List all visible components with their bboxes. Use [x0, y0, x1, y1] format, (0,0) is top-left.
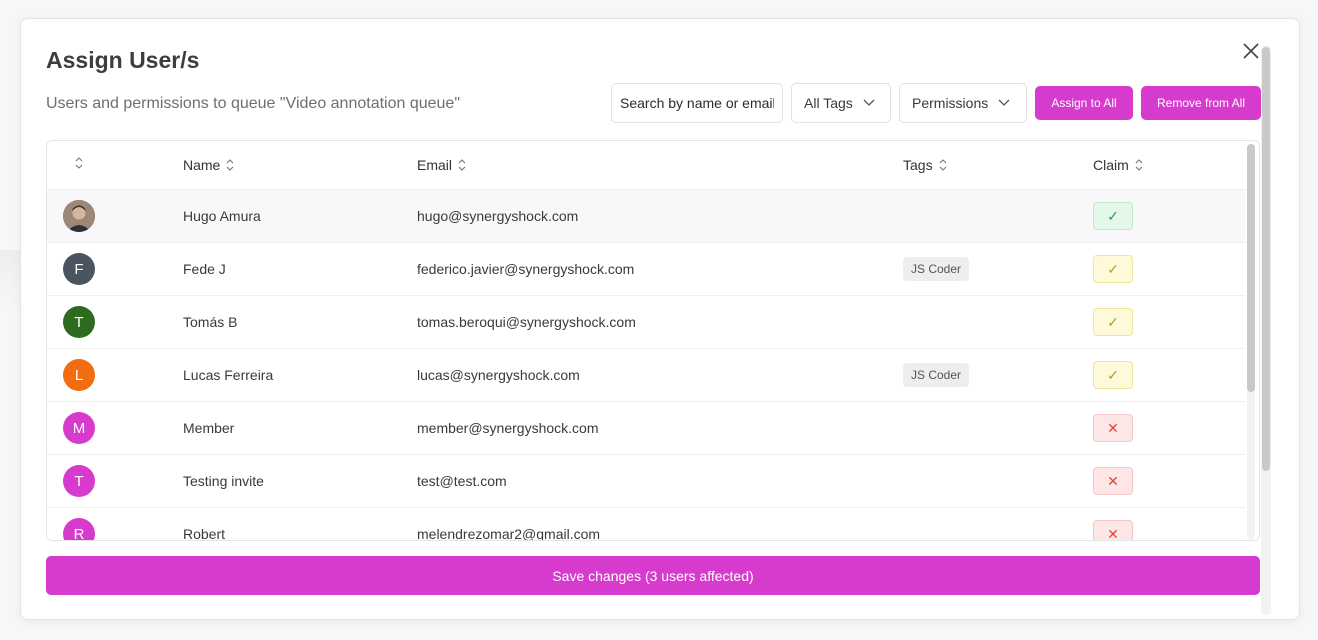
- search-input[interactable]: [611, 83, 783, 123]
- claim-toggle[interactable]: ✓: [1093, 361, 1133, 389]
- header-email-label: Email: [417, 157, 453, 173]
- header-name-label: Name: [183, 157, 221, 173]
- user-email: test@test.com: [417, 473, 507, 489]
- table-row[interactable]: Hugo Amura hugo@synergyshock.com ✓: [47, 189, 1245, 242]
- user-name: Tomás B: [183, 314, 238, 330]
- claim-toggle[interactable]: ✕: [1093, 520, 1133, 540]
- sort-icon: [939, 159, 946, 171]
- table-row[interactable]: M Member member@synergyshock.com ✕: [47, 401, 1245, 454]
- header-name[interactable]: Name: [183, 157, 234, 173]
- modal-scrollbar[interactable]: [1261, 45, 1271, 615]
- permissions-filter-dropdown[interactable]: Permissions: [899, 83, 1027, 123]
- user-email: hugo@synergyshock.com: [417, 208, 579, 224]
- sort-icon: [458, 159, 466, 171]
- modal-scrollbar-thumb[interactable]: [1262, 47, 1270, 471]
- user-photo-icon: [63, 200, 95, 232]
- header-avatar-sort[interactable]: [69, 157, 83, 169]
- save-changes-button[interactable]: Save changes (3 users affected): [46, 556, 1260, 595]
- table-row[interactable]: R Robert melendrezomar2@gmail.com ✕: [47, 507, 1245, 541]
- avatar: T: [63, 465, 95, 497]
- background-fade: [0, 250, 22, 310]
- tags-filter-dropdown[interactable]: All Tags: [791, 83, 891, 123]
- table-header: Name Email Tags Claim: [47, 141, 1245, 189]
- avatar: T: [63, 306, 95, 338]
- user-name: Testing invite: [183, 473, 264, 489]
- user-name: Member: [183, 420, 235, 436]
- table-row[interactable]: T Testing invite test@test.com ✕: [47, 454, 1245, 507]
- user-tag: JS Coder: [903, 257, 970, 281]
- header-email[interactable]: Email: [417, 157, 466, 173]
- user-tag: JS Coder: [903, 363, 970, 387]
- table-row[interactable]: L Lucas Ferreira lucas@synergyshock.com …: [47, 348, 1245, 401]
- sort-icon: [226, 159, 234, 171]
- avatar: L: [63, 359, 95, 391]
- table-row[interactable]: T Tomás B tomas.beroqui@synergyshock.com…: [47, 295, 1245, 348]
- table-row[interactable]: F Fede J federico.javier@synergyshock.co…: [47, 242, 1245, 295]
- sort-icon: [75, 157, 83, 169]
- users-table: Name Email Tags Claim Hugo Amura hugo@sy…: [46, 140, 1260, 541]
- user-email: tomas.beroqui@synergyshock.com: [417, 314, 636, 330]
- modal-title: Assign User/s: [46, 47, 200, 73]
- user-name: Lucas Ferreira: [183, 367, 274, 383]
- table-scrollbar-thumb[interactable]: [1247, 144, 1255, 392]
- header-claim-label: Claim: [1093, 157, 1129, 173]
- table-scrollbar[interactable]: [1247, 144, 1255, 540]
- claim-toggle[interactable]: ✓: [1093, 308, 1133, 336]
- claim-toggle[interactable]: ✓: [1093, 255, 1133, 283]
- permissions-filter-label: Permissions: [912, 95, 989, 111]
- user-name: Robert: [183, 526, 226, 541]
- user-name: Hugo Amura: [183, 208, 261, 224]
- assign-users-modal: Assign User/s Users and permissions to q…: [20, 18, 1300, 620]
- claim-toggle[interactable]: ✕: [1093, 414, 1133, 442]
- sort-icon: [1135, 159, 1143, 171]
- avatar: [63, 200, 95, 232]
- claim-toggle[interactable]: ✓: [1093, 202, 1133, 230]
- user-name: Fede J: [183, 261, 226, 277]
- chevron-down-icon: [863, 99, 875, 106]
- close-icon[interactable]: [1241, 41, 1261, 61]
- avatar: F: [63, 253, 95, 285]
- claim-toggle[interactable]: ✕: [1093, 467, 1133, 495]
- user-email: member@synergyshock.com: [417, 420, 599, 436]
- user-email: federico.javier@synergyshock.com: [417, 261, 635, 277]
- header-claim[interactable]: Claim: [1093, 157, 1143, 173]
- assign-to-all-button[interactable]: Assign to All: [1035, 86, 1133, 120]
- remove-from-all-button[interactable]: Remove from All: [1141, 86, 1261, 120]
- avatar: R: [63, 518, 95, 540]
- user-email: melendrezomar2@gmail.com: [417, 526, 601, 541]
- avatar: M: [63, 412, 95, 444]
- tags-filter-label: All Tags: [804, 95, 853, 111]
- modal-subtitle: Users and permissions to queue "Video an…: [46, 95, 461, 112]
- chevron-down-icon: [998, 99, 1010, 106]
- header-tags[interactable]: Tags: [903, 157, 947, 173]
- header-tags-label: Tags: [903, 157, 933, 173]
- user-email: lucas@synergyshock.com: [417, 367, 580, 383]
